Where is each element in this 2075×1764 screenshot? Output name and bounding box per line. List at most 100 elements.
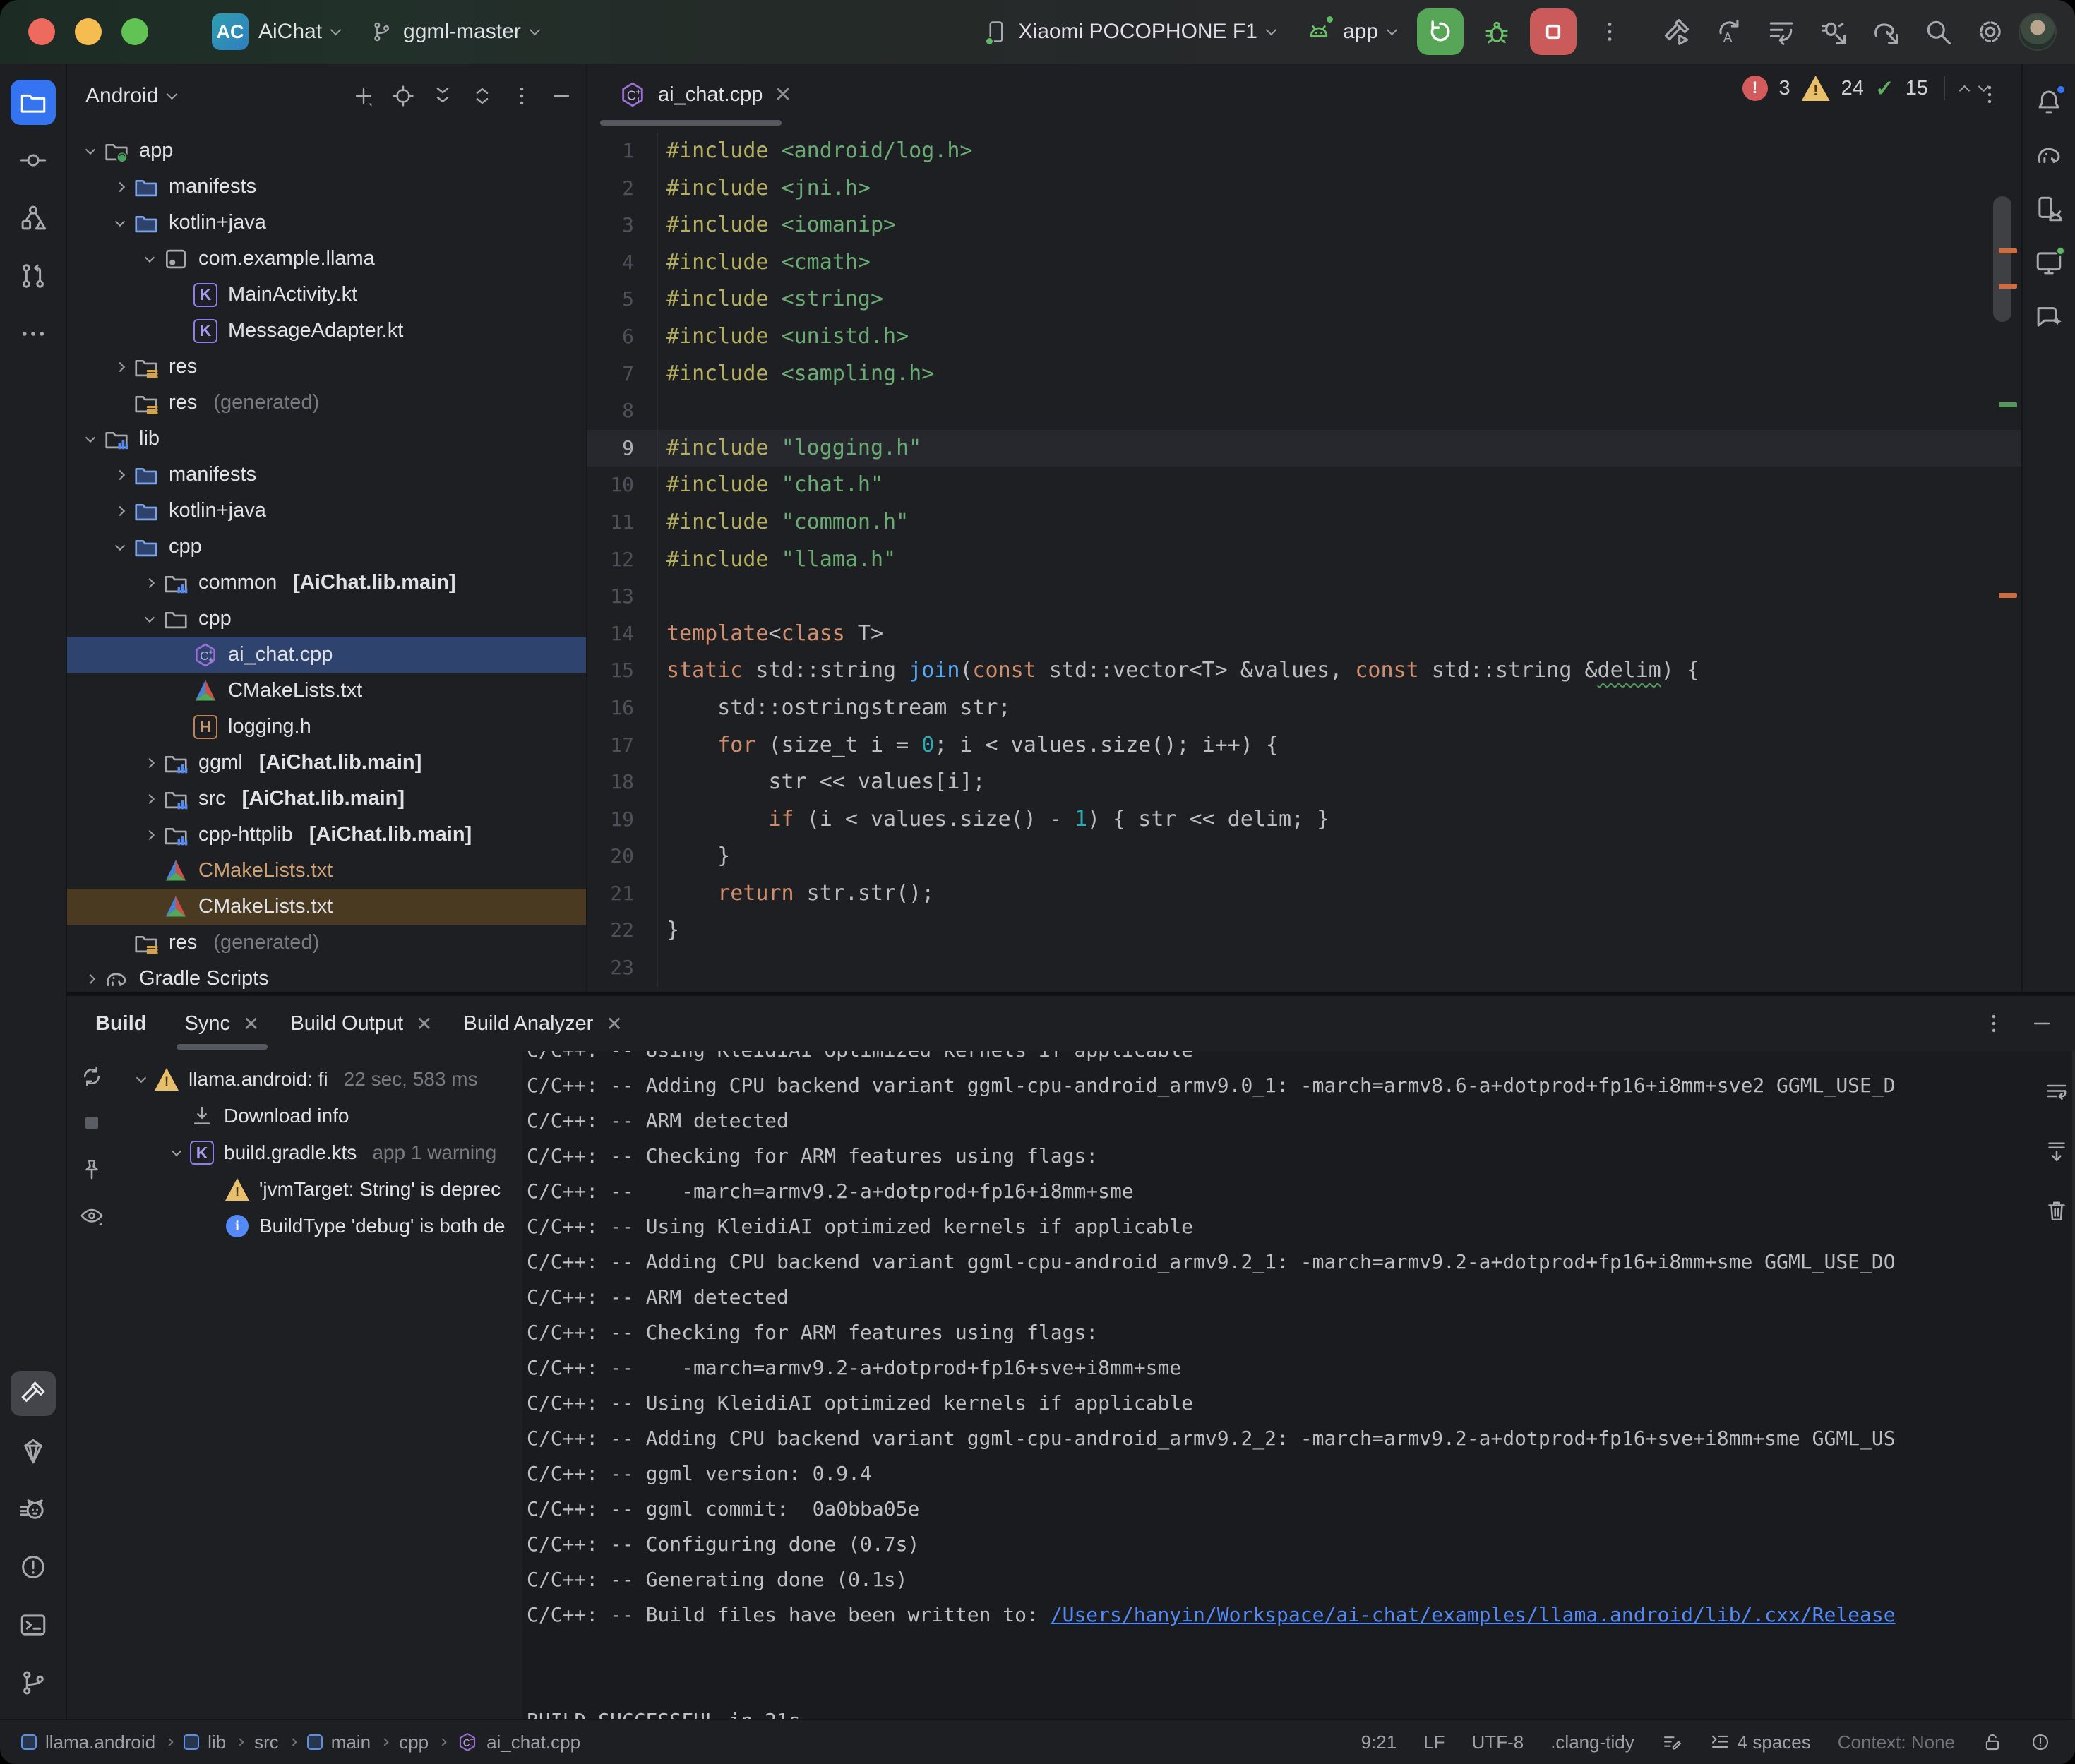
breadcrumb-item-src[interactable]: src [254,1732,279,1753]
code-line-5[interactable]: 5 #include <string> [587,281,2021,318]
tree-item-mainactivity-kt[interactable]: KMainActivity.kt [67,277,586,313]
search-everywhere-icon[interactable] [1922,16,1954,47]
prev-problem-icon[interactable] [1959,85,1971,96]
tree-collapse-icon[interactable] [145,612,155,622]
tool-strip-gradle-elephant[interactable] [2028,134,2070,176]
tree-item-gradle-scripts[interactable]: Gradle Scripts [67,961,586,992]
status-utf-8[interactable]: UTF-8 [1472,1732,1524,1753]
breadcrumb-item-llama-android[interactable]: llama.android [21,1732,155,1753]
tree-item-lib[interactable]: lib [67,421,586,457]
profiler-icon[interactable] [1766,16,1797,47]
build-tree-item[interactable]: iBuildType 'debug' is both de [116,1208,522,1244]
tool-strip-terminal[interactable] [11,1602,56,1648]
tree-expand-icon[interactable] [115,361,125,371]
close-tab-icon[interactable]: ✕ [606,1012,622,1036]
build-tree-item[interactable]: Download info [116,1098,522,1134]
attach-debugger-icon[interactable] [1818,16,1849,47]
breadcrumb-item-ai-chat-cpp[interactable]: C++ai_chat.cpp [457,1732,580,1753]
tree-item-common[interactable]: common [AiChat.lib.main] [67,565,586,601]
device-selector[interactable]: Xiaomi POCOPHONE F1 [975,13,1284,50]
tool-strip-gemini-chat[interactable] [2028,295,2070,337]
tree-item-cpp[interactable]: cpp [67,601,586,637]
tool-strip-structure[interactable] [11,196,56,241]
console-file-link[interactable]: /Users/hanyin/Workspace/ai-chat/examples… [1051,1603,1896,1626]
build-hammer-run-icon[interactable] [1661,16,1692,47]
tool-strip-more-toolwindows[interactable] [11,311,56,356]
tree-expand-icon[interactable] [115,181,125,191]
tree-collapse-icon[interactable] [145,252,155,262]
code-line-18[interactable]: 18 str << values[i]; [587,764,2021,801]
tree-expand-icon[interactable] [85,973,95,983]
more-run-actions-button[interactable] [1589,11,1630,52]
code-line-21[interactable]: 21 return str.str(); [587,875,2021,913]
breadcrumb-item-main[interactable]: main [307,1732,371,1753]
locate-file-icon[interactable] [391,84,415,108]
code-line-7[interactable]: 7 #include <sampling.h> [587,356,2021,393]
project-view-selector[interactable]: Android [85,84,158,108]
soft-wrap-icon[interactable] [2044,1079,2069,1105]
tree-item-cmakelists-txt[interactable]: CMakeLists.txt [67,673,586,709]
code-line-10[interactable]: 10 #include "chat.h" [587,467,2021,504]
run-configuration-selector[interactable]: app [1296,12,1404,52]
inspection-widget[interactable]: ! 3 ! 24 ✓ 15 [1742,75,1987,102]
tree-expand-icon[interactable] [115,469,125,479]
tree-collapse-icon[interactable] [115,216,125,226]
build-tree-item[interactable]: !llama.android: fi22 sec, 583 ms [116,1061,522,1098]
build-tree-item[interactable]: !'jvmTarget: String' is deprec [116,1171,522,1208]
expand-all-icon[interactable] [431,84,455,108]
rerun-app-button[interactable] [1417,8,1464,55]
more-vert-icon[interactable] [510,84,534,108]
build-tab-sync[interactable]: Sync✕ [169,996,275,1051]
tool-strip-pull-requests[interactable] [11,253,56,299]
code-line-22[interactable]: 22 } [587,912,2021,949]
tool-strip-project-folder[interactable] [11,80,56,125]
tree-item-res[interactable]: res (generated) [67,385,586,421]
next-problem-icon[interactable] [1978,80,1990,92]
clear-all-icon[interactable] [2044,1198,2069,1223]
editor-scrollbar[interactable] [1982,134,2021,992]
gradle-sync-icon[interactable] [1870,16,1901,47]
tree-item-manifests[interactable]: manifests [67,457,586,493]
tree-item-kotlin-java[interactable]: kotlin+java [67,493,586,529]
settings-gear-icon[interactable] [1975,16,2006,47]
tree-item-cmakelists-txt[interactable]: CMakeLists.txt [67,853,586,889]
tree-item-ggml[interactable]: ggml [AiChat.lib.main] [67,745,586,781]
tree-item-messageadapter-kt[interactable]: KMessageAdapter.kt [67,313,586,349]
tree-item-res[interactable]: res (generated) [67,925,586,961]
code-line-19[interactable]: 19 if (i < values.size() - 1) { str << d… [587,801,2021,839]
code-editor[interactable]: 1 #include <android/log.h> 2 #include <j… [587,126,2021,992]
tool-strip-problems[interactable] [11,1544,56,1590]
status-unlock[interactable] [1982,1732,2003,1753]
tool-strip-device-manager[interactable] [2028,188,2070,230]
user-avatar[interactable] [2019,13,2057,51]
scrollbar-thumb[interactable] [1993,196,2011,322]
minimize-window-button[interactable] [75,18,102,45]
tree-item-app[interactable]: app [67,133,586,169]
zoom-window-button[interactable] [121,18,148,45]
code-line-6[interactable]: 6 #include <unistd.h> [587,318,2021,356]
status-context-none[interactable]: Context: None [1838,1732,1955,1753]
close-tab-icon[interactable]: ✕ [243,1012,259,1036]
tree-expand-icon[interactable] [115,505,125,515]
close-tab-icon[interactable]: ✕ [416,1012,432,1036]
refresh-icon[interactable] [79,1064,104,1089]
build-tab-build-analyzer[interactable]: Build Analyzer✕ [448,996,638,1051]
error-stripe-mark[interactable] [1999,284,2017,289]
stop-square-icon[interactable] [79,1110,104,1136]
code-line-14[interactable]: 14 template<class T> [587,616,2021,653]
code-line-9[interactable]: 9 #include "logging.h" [587,430,2021,467]
tree-item-res[interactable]: res [67,349,586,385]
tree-expand-icon[interactable] [145,793,155,803]
hide-panel-icon[interactable] [549,84,573,108]
build-tree-item[interactable]: Kbuild.gradle.ktsapp 1 warning [116,1134,522,1171]
breadcrumb-item-lib[interactable]: lib [184,1732,226,1753]
editor-tab-ai-chat-cpp[interactable]: C++ ai_chat.cpp ✕ [600,64,810,126]
code-line-23[interactable]: 23 [587,949,2021,987]
debug-app-button[interactable] [1476,11,1517,52]
tree-item-cpp[interactable]: cpp [67,529,586,565]
tree-collapse-icon[interactable] [172,1146,181,1156]
tree-expand-icon[interactable] [145,577,155,587]
code-line-12[interactable]: 12 #include "llama.h" [587,541,2021,579]
tree-item-cmakelists-txt[interactable]: CMakeLists.txt [67,889,586,925]
tree-expand-icon[interactable] [145,757,155,767]
